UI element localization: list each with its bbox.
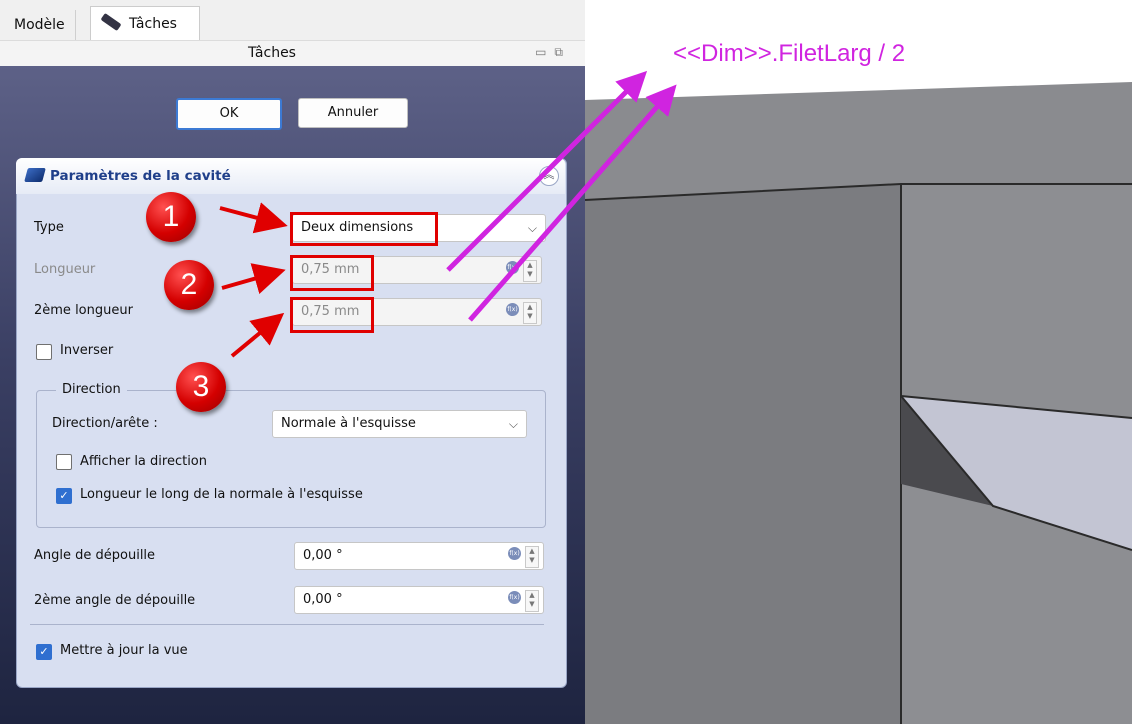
annotation-number-3: 3 <box>176 362 226 412</box>
arrow-magenta-2 <box>468 84 677 322</box>
arrow-2 <box>221 263 286 294</box>
annotation-number-2: 2 <box>164 260 214 310</box>
arrow-3 <box>230 312 285 358</box>
arrow-magenta-1 <box>446 70 648 272</box>
arrow-1 <box>219 202 288 234</box>
annotation-arrows <box>219 70 677 358</box>
annotation-number-1: 1 <box>146 192 196 242</box>
